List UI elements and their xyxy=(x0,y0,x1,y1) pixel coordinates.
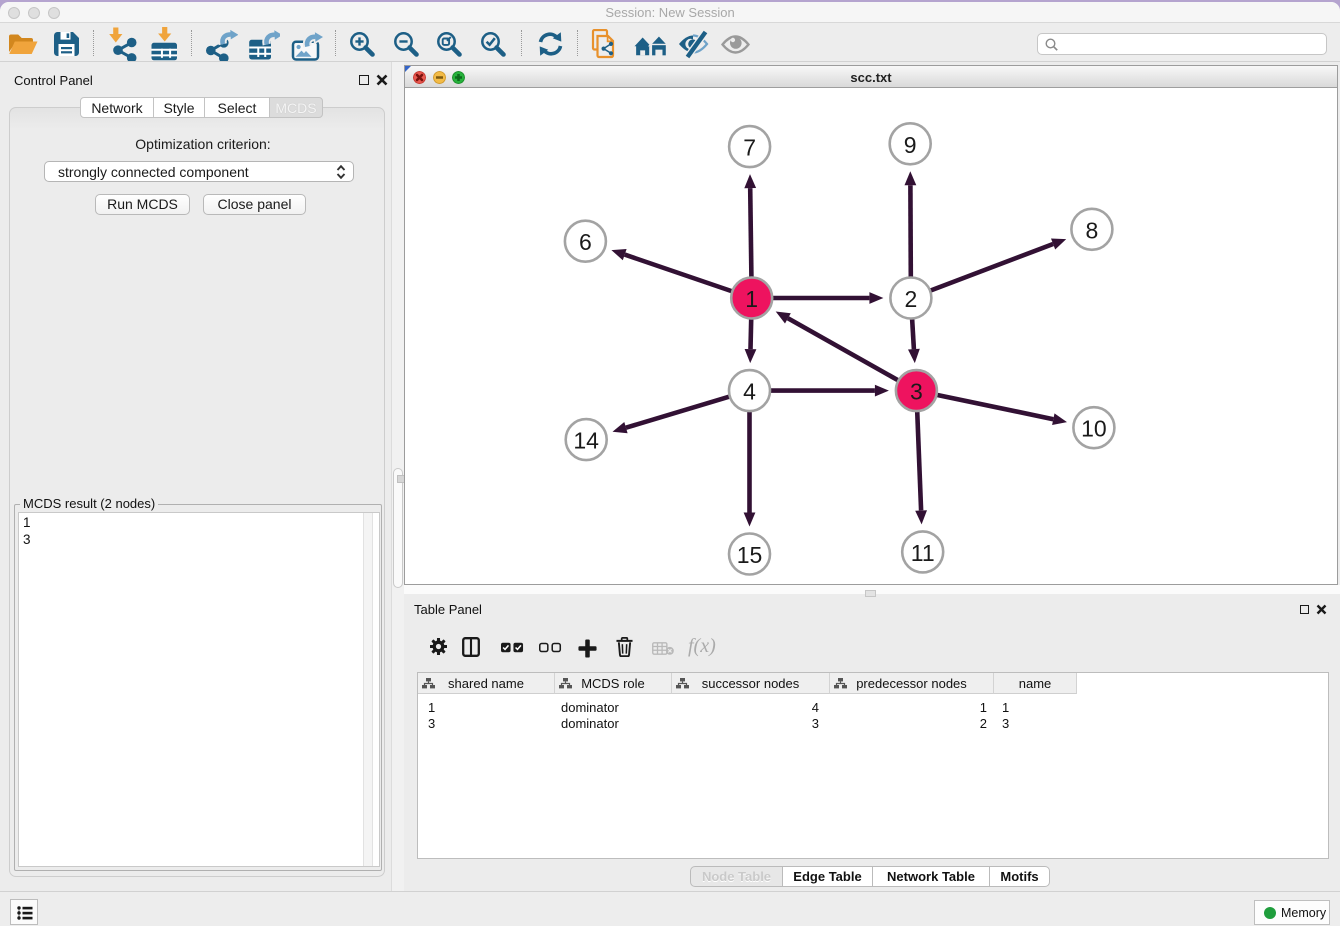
svg-text:1: 1 xyxy=(745,286,758,312)
svg-text:15: 15 xyxy=(737,542,763,568)
svg-text:8: 8 xyxy=(1086,217,1099,243)
svg-text:7: 7 xyxy=(743,135,756,161)
svg-text:4: 4 xyxy=(743,379,756,405)
svg-text:2: 2 xyxy=(905,286,918,312)
svg-text:10: 10 xyxy=(1081,416,1107,442)
svg-text:11: 11 xyxy=(911,540,935,566)
svg-text:9: 9 xyxy=(904,132,917,158)
svg-text:6: 6 xyxy=(579,229,592,255)
svg-text:14: 14 xyxy=(573,428,599,454)
svg-text:3: 3 xyxy=(910,379,923,405)
